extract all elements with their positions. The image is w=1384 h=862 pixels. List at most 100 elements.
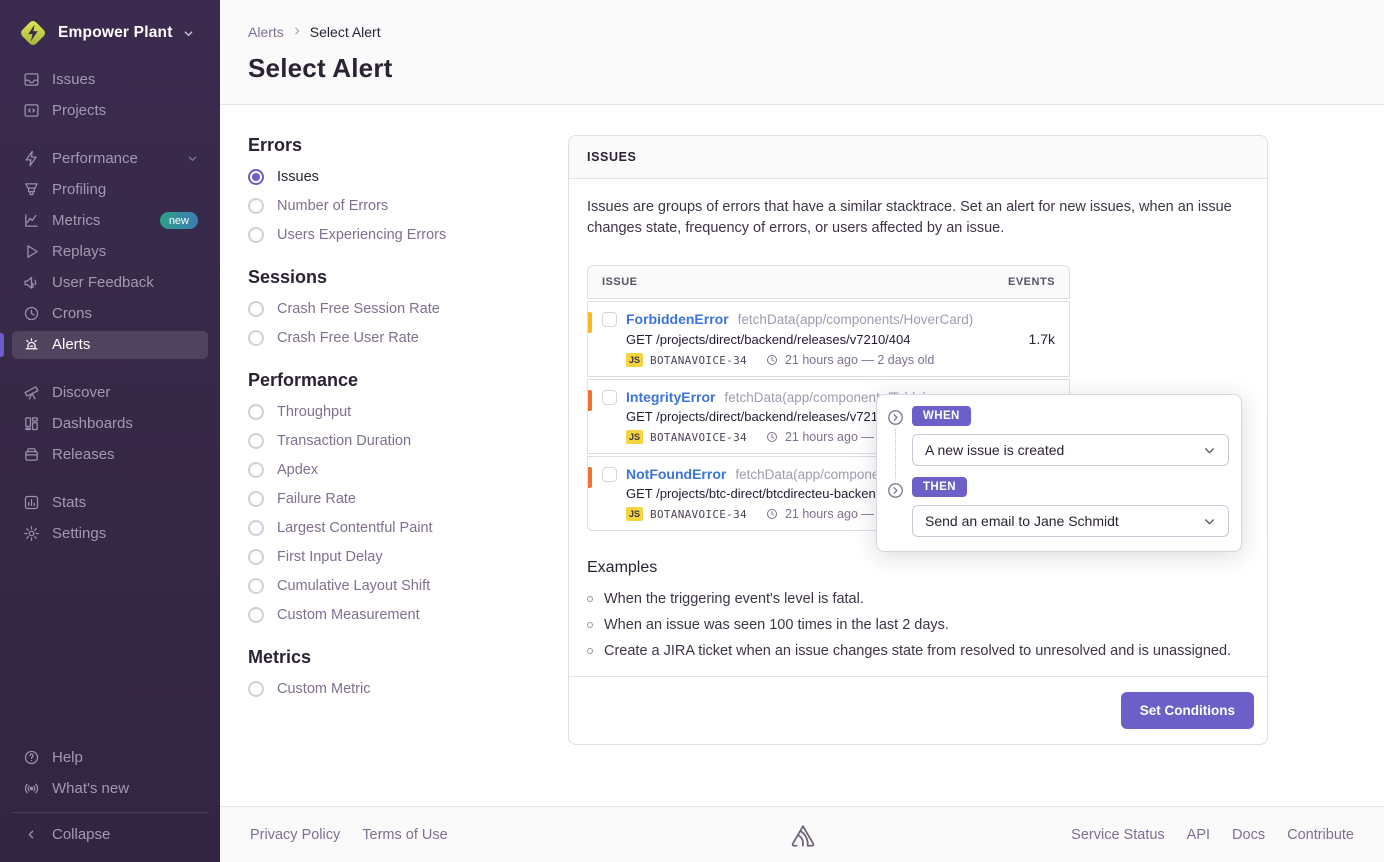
sidebar-item-performance[interactable]: Performance [12,145,208,173]
radio-failure-rate[interactable]: Failure Rate [248,491,568,507]
sidebar-item-profiling[interactable]: Profiling [12,176,208,204]
docs-link[interactable]: Docs [1232,827,1265,843]
example-text: Create a JIRA ticket when an issue chang… [604,643,1231,659]
sidebar-item-label: Releases [52,446,115,463]
sidebar-item-crons[interactable]: Crons [12,300,208,328]
section-sessions: Sessions Crash Free Session Rate Crash F… [248,267,568,346]
sidebar-item-whats-new[interactable]: What's new [12,775,208,803]
sidebar: Empower Plant Issues Projects Performanc… [0,0,220,862]
then-select[interactable]: Send an email to Jane Schmidt [912,505,1229,537]
sidebar-item-discover[interactable]: Discover [12,379,208,407]
help-icon [22,749,40,766]
sidebar-item-help[interactable]: Help [12,744,208,772]
profiling-icon [22,181,40,198]
sidebar-item-user-feedback[interactable]: User Feedback [12,269,208,297]
sidebar-item-metrics[interactable]: Metrics new [12,207,208,235]
set-conditions-button[interactable]: Set Conditions [1121,692,1254,729]
examples-title: Examples [587,559,1249,577]
column-events: EVENTS [1008,276,1055,288]
when-select[interactable]: A new issue is created [912,434,1229,466]
radio-largest-contentful-paint[interactable]: Largest Contentful Paint [248,520,568,536]
radio-apdex[interactable]: Apdex [248,462,568,478]
chevron-circle-icon [887,482,904,499]
sidebar-item-dashboards[interactable]: Dashboards [12,410,208,438]
sidebar-item-label: Stats [52,494,86,511]
sidebar-item-issues[interactable]: Issues [12,66,208,94]
example-text: When an issue was seen 100 times in the … [604,617,949,633]
sidebar-item-settings[interactable]: Settings [12,520,208,548]
sidebar-collapse-button[interactable]: Collapse [12,821,208,849]
sidebar-item-releases[interactable]: Releases [12,441,208,469]
chevron-circle-icon [887,409,904,426]
issue-row[interactable]: ForbiddenError fetchData(app/components/… [587,301,1070,377]
popup-rail [885,406,905,537]
radio-issues[interactable]: Issues [248,169,568,185]
page-footer: Privacy Policy Terms of Use Service Stat… [220,806,1384,862]
nav-group-primary: Issues Projects [0,64,220,126]
contribute-link[interactable]: Contribute [1287,827,1354,843]
issue-checkbox[interactable] [602,467,617,482]
radio-icon [248,462,264,478]
radio-users-experiencing-errors[interactable]: Users Experiencing Errors [248,227,568,243]
footer-left-links: Privacy Policy Terms of Use [250,827,448,843]
issue-culprit: fetchData(app/components/HoverCard) [738,312,974,327]
service-status-link[interactable]: Service Status [1071,827,1165,843]
sidebar-item-label: What's new [52,780,129,797]
section-heading: Sessions [248,267,568,288]
radio-number-of-errors[interactable]: Number of Errors [248,198,568,214]
chevron-left-icon [22,828,40,841]
radio-label: First Input Delay [277,549,383,565]
siren-icon [22,336,40,353]
issue-title-link[interactable]: ForbiddenError [626,311,729,327]
chevron-down-icon [187,153,198,164]
sidebar-item-replays[interactable]: Replays [12,238,208,266]
org-name: Empower Plant [58,24,173,42]
sidebar-item-label: Settings [52,525,106,542]
sidebar-item-projects[interactable]: Projects [12,97,208,125]
issue-url: GET /projects/direct/backend/releases/v7… [626,409,885,424]
radio-label: Custom Metric [277,681,370,697]
radio-first-input-delay[interactable]: First Input Delay [248,549,568,565]
bar-chart-icon [22,494,40,511]
projects-icon [22,102,40,119]
radio-transaction-duration[interactable]: Transaction Duration [248,433,568,449]
radio-label: Users Experiencing Errors [277,227,446,243]
api-link[interactable]: API [1187,827,1210,843]
radio-label: Apdex [277,462,318,478]
metrics-icon [22,212,40,229]
privacy-policy-link[interactable]: Privacy Policy [250,827,340,843]
page-header: Alerts Select Alert Select Alert [220,0,1384,105]
breadcrumb-current: Select Alert [310,24,381,40]
radio-label: Issues [277,169,319,185]
sidebar-item-alerts[interactable]: Alerts [12,331,208,359]
issue-title-link[interactable]: IntegrityError [626,389,715,405]
severity-bar [587,312,592,333]
radio-icon [248,301,264,317]
issue-checkbox[interactable] [602,390,617,405]
examples-section: Examples When the triggering event's lev… [587,559,1249,659]
radio-icon [248,681,264,697]
issue-title-link[interactable]: NotFoundError [626,466,726,482]
radio-crash-free-session-rate[interactable]: Crash Free Session Rate [248,301,568,317]
example-item: When the triggering event's level is fat… [587,591,1249,607]
radio-icon [248,491,264,507]
radio-custom-metric[interactable]: Custom Metric [248,681,568,697]
sidebar-item-label: Issues [52,71,95,88]
org-switcher[interactable]: Empower Plant [0,14,220,64]
page-title: Select Alert [248,53,1356,84]
chevron-down-icon [1203,444,1216,457]
radio-label: Throughput [277,404,351,420]
sidebar-item-stats[interactable]: Stats [12,489,208,517]
footer-right-links: Service Status API Docs Contribute [1071,827,1354,843]
dashboards-icon [22,415,40,432]
condition-popup: WHEN A new issue is created THEN Send an… [876,394,1242,552]
radio-cumulative-layout-shift[interactable]: Cumulative Layout Shift [248,578,568,594]
panel-description: Issues are groups of errors that have a … [587,197,1247,239]
radio-custom-measurement[interactable]: Custom Measurement [248,607,568,623]
radio-throughput[interactable]: Throughput [248,404,568,420]
radio-label: Cumulative Layout Shift [277,578,430,594]
terms-of-use-link[interactable]: Terms of Use [362,827,447,843]
radio-crash-free-user-rate[interactable]: Crash Free User Rate [248,330,568,346]
breadcrumb-alerts-link[interactable]: Alerts [248,24,284,40]
issue-checkbox[interactable] [602,312,617,327]
